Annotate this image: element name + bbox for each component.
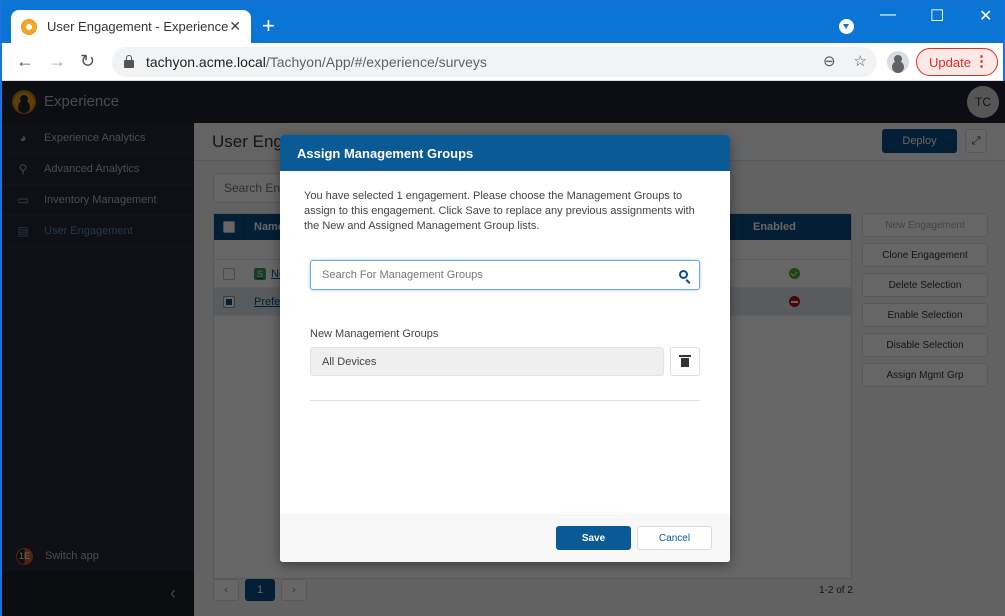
address-bar[interactable]: tachyon.acme.local/Tachyon/App/#/experie… — [112, 47, 877, 77]
modal-title: Assign Management Groups — [297, 145, 474, 161]
modal-body: You have selected 1 engagement. Please c… — [280, 171, 730, 401]
assign-management-groups-dialog: Assign Management Groups You have select… — [280, 135, 730, 562]
tab-title: User Engagement - Experience — [47, 19, 229, 34]
bookmark-star-icon[interactable]: ☆ — [854, 52, 867, 70]
divider — [310, 400, 700, 401]
modal-footer: Save Cancel — [280, 514, 730, 562]
back-button[interactable]: ← — [16, 51, 34, 72]
lock-icon — [124, 54, 134, 68]
url-text: tachyon.acme.local/Tachyon/App/#/experie… — [146, 54, 487, 70]
management-group-search-input[interactable] — [322, 269, 699, 281]
minimize-button[interactable]: — — [880, 6, 896, 24]
close-tab-icon[interactable]: ✕ — [229, 18, 241, 35]
url-path: /Tachyon/App/#/experience/surveys — [265, 54, 487, 70]
reload-button[interactable]: ↻ — [80, 51, 95, 72]
modal-description: You have selected 1 engagement. Please c… — [304, 190, 695, 232]
search-icon[interactable] — [679, 270, 688, 279]
save-button[interactable]: Save — [556, 526, 631, 550]
update-label: Update — [929, 54, 971, 70]
experience-favicon-icon — [21, 18, 37, 35]
new-group-row: All Devices — [310, 347, 700, 376]
new-tab-button[interactable]: + — [262, 13, 275, 39]
trash-icon — [679, 355, 691, 367]
browser-toolbar: ← → ↻ tachyon.acme.local/Tachyon/App/#/e… — [2, 43, 1003, 81]
maximize-button[interactable]: ☐ — [930, 6, 944, 26]
zoom-out-icon[interactable]: ⊖ — [823, 52, 836, 70]
more-menu-icon[interactable]: ⋮ — [974, 52, 989, 70]
profile-avatar-icon[interactable] — [887, 51, 909, 73]
url-host: tachyon.acme.local — [146, 54, 266, 70]
browser-window: User Engagement - Experience ✕ + — ☐ ✕ ←… — [1, 0, 1005, 616]
tab-strip: User Engagement - Experience ✕ + — ☐ ✕ — [2, 1, 1003, 43]
management-group-search — [310, 260, 700, 290]
new-groups-label: New Management Groups — [310, 328, 439, 340]
tab-search-dropdown-icon[interactable] — [839, 19, 854, 34]
update-button[interactable]: Update ⋮ — [916, 48, 998, 76]
remove-group-button[interactable] — [670, 347, 700, 376]
modal-header: Assign Management Groups — [280, 135, 730, 171]
new-group-item: All Devices — [310, 347, 664, 376]
close-window-button[interactable]: ✕ — [979, 6, 992, 26]
cancel-button[interactable]: Cancel — [637, 526, 712, 550]
app-container: Experience TC ◕ Experience Analytics ⚲ A… — [2, 81, 1005, 616]
browser-tab[interactable]: User Engagement - Experience ✕ — [11, 10, 251, 43]
forward-button[interactable]: → — [48, 51, 66, 72]
